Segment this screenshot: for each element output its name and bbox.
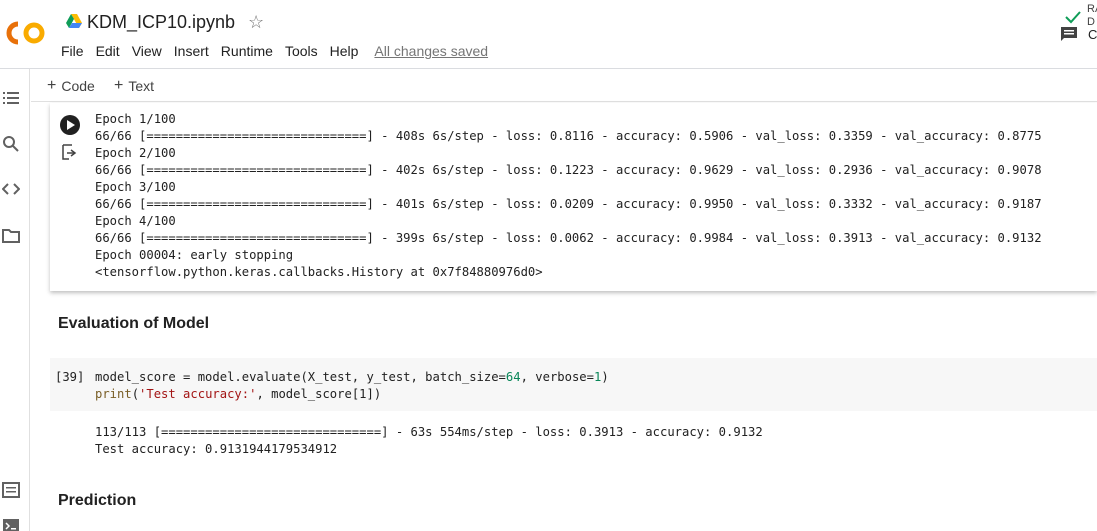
run-cell-button[interactable]	[59, 114, 81, 136]
menu-bar: File Edit View Insert Runtime Tools Help…	[55, 42, 488, 62]
add-text-label: Text	[128, 78, 155, 94]
terminal-icon[interactable]	[2, 517, 20, 531]
output-line: 66/66 [==============================] -…	[95, 163, 1042, 177]
plus-icon: +	[114, 77, 124, 94]
menu-file[interactable]: File	[55, 42, 90, 62]
search-icon[interactable]	[2, 135, 20, 153]
code-number: 64	[505, 370, 521, 384]
prediction-heading[interactable]: Prediction	[58, 492, 136, 510]
output-line: 66/66 [==============================] -…	[95, 197, 1042, 211]
colab-logo-icon[interactable]	[4, 18, 48, 48]
code-token: , model_score[1])	[256, 387, 382, 401]
menu-runtime[interactable]: Runtime	[215, 42, 279, 62]
output-line: <tensorflow.python.keras.callbacks.Histo…	[95, 265, 543, 279]
output-line: Epoch 00004: early stopping	[95, 248, 294, 262]
menu-tools[interactable]: Tools	[279, 42, 324, 62]
evaluation-output: 113/113 [==============================]…	[95, 424, 763, 458]
evaluation-heading[interactable]: Evaluation of Model	[58, 315, 209, 333]
notebook-title[interactable]: KDM_ICP10.ipynb	[87, 12, 235, 33]
comment-icon	[1061, 27, 1077, 41]
code-token: )	[601, 370, 609, 384]
google-drive-icon	[66, 14, 82, 28]
output-line: 66/66 [==============================] -…	[95, 231, 1042, 245]
star-icon[interactable]: ☆	[248, 12, 264, 33]
code-snippets-icon[interactable]	[2, 180, 20, 198]
add-text-button[interactable]: + Text	[114, 77, 154, 95]
output-line: 66/66 [==============================] -…	[95, 129, 1042, 143]
table-of-contents-icon[interactable]	[2, 89, 20, 107]
left-rail	[0, 69, 30, 531]
code-line: print('Test accuracy:', model_score[1])	[95, 386, 609, 403]
code-string: 'Test accuracy:'	[139, 387, 257, 401]
output-line: Epoch 2/100	[95, 146, 176, 160]
menu-view[interactable]: View	[126, 42, 168, 62]
training-output: Epoch 1/100 66/66 [=====================…	[95, 111, 1042, 281]
runtime-status[interactable]: RA D	[1087, 3, 1097, 29]
files-icon[interactable]	[2, 227, 20, 245]
output-line: Test accuracy: 0.9131944179534912	[95, 442, 338, 456]
output-line: Epoch 3/100	[95, 180, 176, 194]
command-palette-icon[interactable]	[2, 481, 20, 499]
save-status-link[interactable]: All changes saved	[364, 42, 488, 62]
clear-output-icon[interactable]	[62, 144, 78, 160]
output-line: Epoch 4/100	[95, 214, 176, 228]
menu-edit[interactable]: Edit	[90, 42, 126, 62]
add-code-label: Code	[61, 78, 95, 94]
code-token: , verbose=	[520, 370, 594, 384]
menu-help[interactable]: Help	[324, 42, 365, 62]
header: KDM_ICP10.ipynb ☆ File Edit View Insert …	[0, 0, 1097, 68]
plus-icon: +	[47, 77, 57, 94]
output-line: Epoch 1/100	[95, 112, 176, 126]
code-token: model_score = model.evaluate(X_test, y_t…	[95, 370, 506, 384]
output-line: 113/113 [==============================]…	[95, 425, 763, 439]
execution-count: [39]	[55, 370, 85, 384]
connected-check-icon[interactable]	[1064, 8, 1082, 26]
menu-insert[interactable]: Insert	[168, 42, 215, 62]
code-line: model_score = model.evaluate(X_test, y_t…	[95, 369, 609, 386]
code-editor[interactable]: model_score = model.evaluate(X_test, y_t…	[95, 369, 609, 403]
notebook-toolbar: + Code + Text	[31, 69, 1097, 102]
code-function: print	[95, 387, 132, 401]
code-token: (	[131, 387, 140, 401]
add-code-button[interactable]: + Code	[47, 77, 95, 95]
